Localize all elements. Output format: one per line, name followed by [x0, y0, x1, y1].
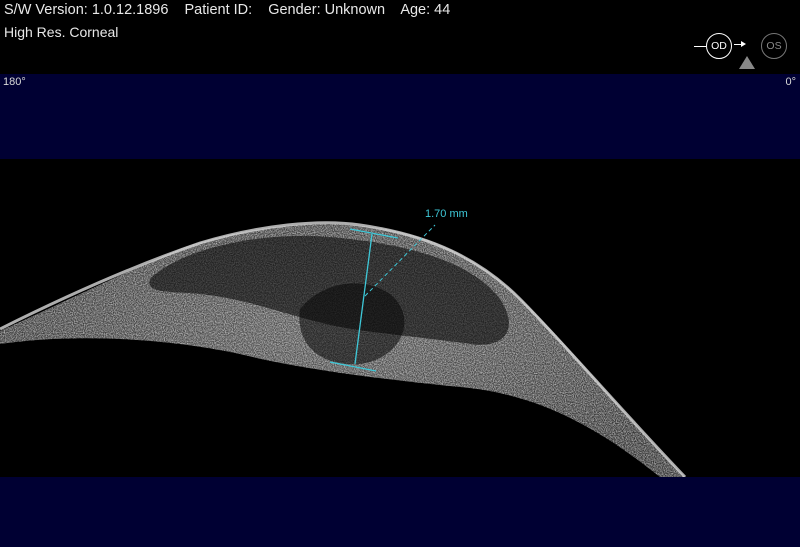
- measurement-label: 1.70 mm: [425, 208, 468, 220]
- os-button[interactable]: OS: [761, 33, 787, 59]
- age: Age: 44: [400, 2, 451, 18]
- triangle-up-icon[interactable]: [739, 56, 755, 69]
- gender: Gender: Unknown: [268, 2, 386, 18]
- ultrasound-scan-image[interactable]: 1.70 mm: [0, 159, 800, 477]
- corneal-scan-svg: 1.70 mm: [0, 208, 687, 477]
- software-version: S/W Version: 1.0.12.1896: [4, 2, 169, 18]
- od-button[interactable]: OD: [706, 33, 732, 59]
- patient-info: S/W Version: 1.0.12.1896 Patient ID: Gen…: [4, 2, 462, 18]
- arrow-right-icon: [734, 41, 746, 47]
- patient-id: Patient ID:: [184, 2, 253, 18]
- eye-selector: OD OS: [690, 31, 792, 71]
- od-connector-line: [694, 46, 706, 47]
- bottom-scan-band: [0, 477, 800, 547]
- angle-left-label: 180°: [3, 76, 26, 88]
- header-bar: S/W Version: 1.0.12.1896 Patient ID: Gen…: [0, 0, 800, 74]
- top-scan-band: [0, 74, 800, 159]
- angle-right-label: 0°: [785, 76, 796, 88]
- scan-mode-label: High Res. Corneal: [4, 24, 119, 40]
